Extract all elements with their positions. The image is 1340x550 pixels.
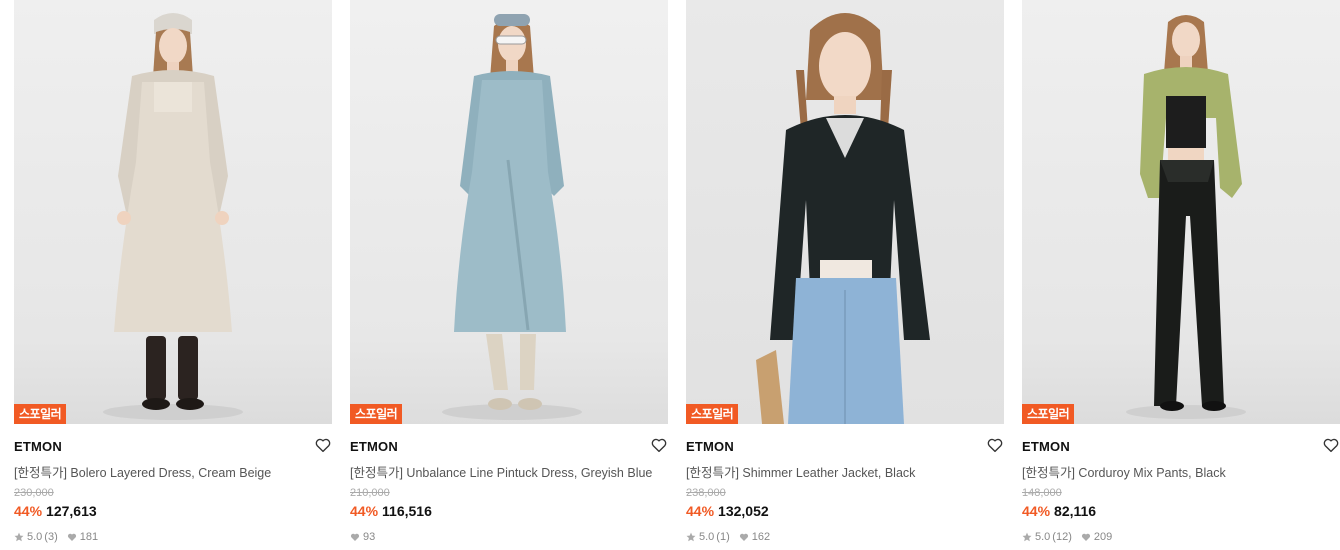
product-image[interactable]: 스포일러: [1022, 0, 1340, 424]
discount-rate: 44%: [14, 503, 43, 519]
spoiler-badge: 스포일러: [1022, 404, 1075, 424]
star-icon: [686, 532, 696, 542]
product-grid: 스포일러 ETMON [한정특가] Bolero Layered Dress, …: [0, 0, 1340, 550]
product-card[interactable]: 스포일러 ETMON [한정특가] Shimmer Leather Jacket…: [686, 0, 1004, 550]
rating-value: 5.0: [1035, 531, 1051, 543]
product-card[interactable]: 스포일러 ETMON [한정특가] Unbalance Line Pintuck…: [350, 0, 668, 550]
product-stats: 5.0 (1) 162: [686, 531, 779, 543]
likes: 93: [350, 531, 375, 543]
star-icon: [14, 532, 24, 542]
like-count: 162: [751, 531, 771, 543]
likes: 209: [1081, 531, 1112, 543]
sale-price: 82,116: [1054, 503, 1097, 519]
heart-icon: [1081, 532, 1091, 542]
wishlist-heart-button[interactable]: [986, 436, 1004, 454]
heart-icon: [739, 532, 749, 542]
brand-name[interactable]: ETMON: [686, 439, 734, 454]
like-count: 93: [363, 531, 376, 543]
rating: 5.0 (3): [14, 531, 58, 543]
original-price: 210,000: [350, 487, 390, 499]
product-stats: 5.0 (12) 209: [1022, 531, 1121, 543]
rating: 5.0 (12): [1022, 531, 1072, 543]
discount-rate: 44%: [350, 503, 379, 519]
review-count: (1): [716, 531, 730, 543]
like-count: 181: [79, 531, 99, 543]
product-card[interactable]: 스포일러 ETMON [한정특가] Corduroy Mix Pants, Bl…: [1022, 0, 1340, 550]
wishlist-heart-button[interactable]: [314, 436, 332, 454]
product-image[interactable]: 스포일러: [350, 0, 668, 424]
brand-name[interactable]: ETMON: [14, 439, 62, 454]
model-photo-black-jacket-icon: [686, 0, 1004, 424]
brand-name[interactable]: ETMON: [1022, 439, 1070, 454]
original-price: 230,000: [14, 487, 54, 499]
product-title[interactable]: [한정특가] Corduroy Mix Pants, Black: [1022, 462, 1340, 481]
model-photo-black-pants-icon: [1022, 0, 1340, 424]
sale-price: 127,613: [46, 503, 97, 519]
price-row: 44% 132,052: [686, 503, 769, 519]
rating-value: 5.0: [699, 531, 715, 543]
rating: 5.0 (1): [686, 531, 730, 543]
price-row: 44% 82,116: [1022, 503, 1096, 519]
product-stats: 5.0 (3) 181: [14, 531, 107, 543]
sale-price: 116,516: [382, 503, 432, 519]
spoiler-badge: 스포일러: [686, 404, 739, 424]
model-photo-blue-dress-icon: [350, 0, 668, 424]
star-icon: [1022, 532, 1032, 542]
heart-icon: [67, 532, 77, 542]
heart-outline-icon: [651, 438, 667, 453]
review-count: (3): [44, 531, 58, 543]
original-price: 148,000: [1022, 487, 1062, 499]
original-price: 238,000: [686, 487, 726, 499]
price-row: 44% 116,516: [350, 503, 432, 519]
product-title[interactable]: [한정특가] Shimmer Leather Jacket, Black: [686, 462, 1004, 481]
spoiler-badge: 스포일러: [14, 404, 67, 424]
spoiler-badge: 스포일러: [350, 404, 403, 424]
product-image[interactable]: 스포일러: [686, 0, 1004, 424]
heart-icon: [350, 532, 360, 542]
product-title[interactable]: [한정특가] Bolero Layered Dress, Cream Beige: [14, 462, 332, 481]
model-photo-cream-dress-icon: [14, 0, 332, 424]
heart-outline-icon: [1323, 438, 1339, 453]
product-stats: 93: [350, 531, 384, 543]
like-count: 209: [1093, 531, 1113, 543]
discount-rate: 44%: [1022, 503, 1051, 519]
sale-price: 132,052: [718, 503, 769, 519]
heart-outline-icon: [315, 438, 331, 453]
price-row: 44% 127,613: [14, 503, 97, 519]
review-count: (12): [1052, 531, 1072, 543]
product-image[interactable]: 스포일러: [14, 0, 332, 424]
product-title[interactable]: [한정특가] Unbalance Line Pintuck Dress, Gre…: [350, 462, 668, 481]
wishlist-heart-button[interactable]: [1322, 436, 1340, 454]
likes: 162: [739, 531, 770, 543]
discount-rate: 44%: [686, 503, 715, 519]
wishlist-heart-button[interactable]: [650, 436, 668, 454]
likes: 181: [67, 531, 98, 543]
product-card[interactable]: 스포일러 ETMON [한정특가] Bolero Layered Dress, …: [14, 0, 332, 550]
brand-name[interactable]: ETMON: [350, 439, 398, 454]
rating-value: 5.0: [27, 531, 43, 543]
heart-outline-icon: [987, 438, 1003, 453]
